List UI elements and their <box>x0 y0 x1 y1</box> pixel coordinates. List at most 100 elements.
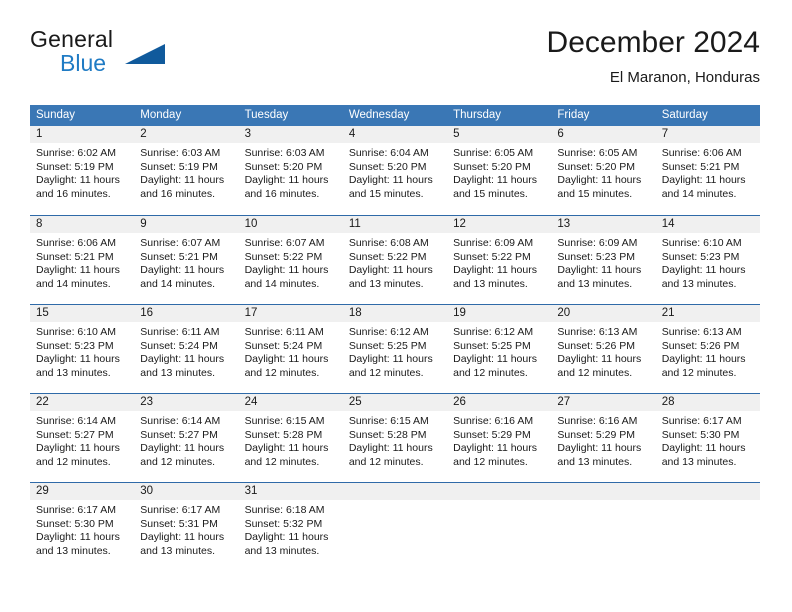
day-number: 22 <box>30 394 135 411</box>
calendar-day-cell-31[interactable]: 31 Sunrise: 6:18 AM Sunset: 5:32 PM Dayl… <box>238 483 343 571</box>
daylight-text-line1: Daylight: 11 hours <box>661 174 746 187</box>
daylight-text-line2: and 12 minutes. <box>244 366 320 379</box>
daylight-text-line1: Daylight: 11 hours <box>453 264 537 277</box>
calendar-day-cell-21[interactable]: 21 Sunrise: 6:13 AM Sunset: 5:26 PM Dayl… <box>655 305 760 393</box>
sunrise-text: Sunrise: 6:07 AM <box>244 237 325 249</box>
calendar-day-cell-17[interactable]: 17 Sunrise: 6:11 AM Sunset: 5:24 PM Dayl… <box>238 305 343 393</box>
day-details: Sunrise: 6:02 AM Sunset: 5:19 PM Dayligh… <box>30 143 134 201</box>
sunrise-text: Sunrise: 6:09 AM <box>453 237 534 249</box>
daylight-text-line1: Daylight: 11 hours <box>348 264 433 277</box>
daylight-text-line2: and 12 minutes. <box>453 366 528 379</box>
sunset-text: Sunset: 5:19 PM <box>36 160 114 173</box>
daylight-text-line2: and 12 minutes. <box>453 455 528 468</box>
day-number: 8 <box>30 216 135 233</box>
calendar-day-cell-19[interactable]: 19 Sunrise: 6:12 AM Sunset: 5:25 PM Dayl… <box>447 305 552 393</box>
sunset-text: Sunset: 5:23 PM <box>557 250 636 263</box>
calendar-day-cell-25[interactable]: 25 Sunrise: 6:15 AM Sunset: 5:28 PM Dayl… <box>342 394 448 482</box>
calendar-grid: Sunday Monday Tuesday Wednesday Thursday… <box>30 105 760 571</box>
day-number <box>447 483 552 500</box>
calendar-week-row-5: 29 Sunrise: 6:17 AM Sunset: 5:30 PM Dayl… <box>30 482 760 571</box>
calendar-day-cell-30[interactable]: 30 Sunrise: 6:17 AM Sunset: 5:31 PM Dayl… <box>134 483 239 571</box>
calendar-day-cell-11[interactable]: 11 Sunrise: 6:08 AM Sunset: 5:22 PM Dayl… <box>342 216 448 304</box>
weekday-header-sunday: Sunday <box>36 109 76 121</box>
day-details: Sunrise: 6:09 AM Sunset: 5:23 PM Dayligh… <box>551 233 655 291</box>
day-details: Sunrise: 6:11 AM Sunset: 5:24 PM Dayligh… <box>239 322 343 380</box>
calendar-day-cell-20[interactable]: 20 Sunrise: 6:13 AM Sunset: 5:26 PM Dayl… <box>551 305 656 393</box>
daylight-text-line1: Daylight: 11 hours <box>244 442 329 455</box>
day-number: 18 <box>342 305 448 322</box>
calendar-day-cell-7[interactable]: 7 Sunrise: 6:06 AM Sunset: 5:21 PM Dayli… <box>655 126 760 215</box>
sunrise-text: Sunrise: 6:18 AM <box>244 504 325 516</box>
daylight-text-line2: and 12 minutes. <box>557 366 633 379</box>
calendar-day-cell-24[interactable]: 24 Sunrise: 6:15 AM Sunset: 5:28 PM Dayl… <box>238 394 343 482</box>
day-number: 23 <box>134 394 239 411</box>
calendar-day-cell-3[interactable]: 3 Sunrise: 6:03 AM Sunset: 5:20 PM Dayli… <box>238 126 343 215</box>
daylight-text-line1: Daylight: 11 hours <box>557 353 642 366</box>
day-details: Sunrise: 6:05 AM Sunset: 5:20 PM Dayligh… <box>447 143 551 201</box>
day-number: 30 <box>134 483 239 500</box>
page-header: General Blue December 2024 El Maranon, H… <box>30 26 760 96</box>
day-details: Sunrise: 6:05 AM Sunset: 5:20 PM Dayligh… <box>551 143 655 201</box>
calendar-day-cell-28[interactable]: 28 Sunrise: 6:17 AM Sunset: 5:30 PM Dayl… <box>655 394 760 482</box>
sunset-text: Sunset: 5:26 PM <box>557 339 636 352</box>
calendar-day-cell-9[interactable]: 9 Sunrise: 6:07 AM Sunset: 5:21 PM Dayli… <box>134 216 239 304</box>
calendar-day-cell-5[interactable]: 5 Sunrise: 6:05 AM Sunset: 5:20 PM Dayli… <box>447 126 552 215</box>
calendar-day-cell-2[interactable]: 2 Sunrise: 6:03 AM Sunset: 5:19 PM Dayli… <box>134 126 239 215</box>
calendar-day-cell-26[interactable]: 26 Sunrise: 6:16 AM Sunset: 5:29 PM Dayl… <box>447 394 552 482</box>
calendar-day-cell-12[interactable]: 12 Sunrise: 6:09 AM Sunset: 5:22 PM Dayl… <box>447 216 552 304</box>
calendar-day-cell-27[interactable]: 27 Sunrise: 6:16 AM Sunset: 5:29 PM Dayl… <box>551 394 656 482</box>
daylight-text-line2: and 12 minutes. <box>661 366 737 379</box>
day-number: 24 <box>238 394 343 411</box>
calendar-day-cell-23[interactable]: 23 Sunrise: 6:14 AM Sunset: 5:27 PM Dayl… <box>134 394 239 482</box>
general-blue-logo: General Blue <box>30 26 180 84</box>
day-number <box>655 483 760 500</box>
day-number: 5 <box>447 126 552 143</box>
daylight-text-line1: Daylight: 11 hours <box>348 174 433 187</box>
sunset-text: Sunset: 5:30 PM <box>36 517 114 530</box>
sunset-text: Sunset: 5:20 PM <box>557 160 636 173</box>
daylight-text-line2: and 12 minutes. <box>36 455 111 468</box>
calendar-day-cell-8[interactable]: 8 Sunrise: 6:06 AM Sunset: 5:21 PM Dayli… <box>30 216 135 304</box>
sunrise-text: Sunrise: 6:06 AM <box>661 147 742 159</box>
sunrise-text: Sunrise: 6:13 AM <box>557 326 638 338</box>
daylight-text-line1: Daylight: 11 hours <box>36 264 120 277</box>
sunrise-text: Sunrise: 6:06 AM <box>36 237 116 249</box>
day-details: Sunrise: 6:16 AM Sunset: 5:29 PM Dayligh… <box>447 411 551 469</box>
sunset-text: Sunset: 5:20 PM <box>348 160 427 173</box>
calendar-day-cell-16[interactable]: 16 Sunrise: 6:11 AM Sunset: 5:24 PM Dayl… <box>134 305 239 393</box>
calendar-week-row-2: 8 Sunrise: 6:06 AM Sunset: 5:21 PM Dayli… <box>30 215 760 304</box>
calendar-day-cell-14[interactable]: 14 Sunrise: 6:10 AM Sunset: 5:23 PM Dayl… <box>655 216 760 304</box>
sunrise-text: Sunrise: 6:11 AM <box>244 326 324 338</box>
day-details: Sunrise: 6:12 AM Sunset: 5:25 PM Dayligh… <box>343 322 447 380</box>
calendar-day-cell-15[interactable]: 15 Sunrise: 6:10 AM Sunset: 5:23 PM Dayl… <box>30 305 135 393</box>
calendar-day-cell-6[interactable]: 6 Sunrise: 6:05 AM Sunset: 5:20 PM Dayli… <box>551 126 656 215</box>
weekday-header-saturday: Saturday <box>661 109 708 121</box>
daylight-text-line2: and 13 minutes. <box>661 277 737 290</box>
day-number: 1 <box>30 126 135 143</box>
day-number: 4 <box>342 126 448 143</box>
day-details: Sunrise: 6:15 AM Sunset: 5:28 PM Dayligh… <box>343 411 447 469</box>
calendar-day-cell-18[interactable]: 18 Sunrise: 6:12 AM Sunset: 5:25 PM Dayl… <box>342 305 448 393</box>
calendar-day-cell-4[interactable]: 4 Sunrise: 6:04 AM Sunset: 5:20 PM Dayli… <box>342 126 448 215</box>
sunrise-text: Sunrise: 6:16 AM <box>453 415 534 427</box>
calendar-day-cell-10[interactable]: 10 Sunrise: 6:07 AM Sunset: 5:22 PM Dayl… <box>238 216 343 304</box>
calendar-day-cell-29[interactable]: 29 Sunrise: 6:17 AM Sunset: 5:30 PM Dayl… <box>30 483 135 571</box>
daylight-text-line2: and 12 minutes. <box>348 455 424 468</box>
day-number: 20 <box>551 305 656 322</box>
calendar-day-cell-1[interactable]: 1 Sunrise: 6:02 AM Sunset: 5:19 PM Dayli… <box>30 126 135 215</box>
sunrise-text: Sunrise: 6:14 AM <box>140 415 221 427</box>
sunrise-text: Sunrise: 6:10 AM <box>661 237 742 249</box>
calendar-day-cell-13[interactable]: 13 Sunrise: 6:09 AM Sunset: 5:23 PM Dayl… <box>551 216 656 304</box>
daylight-text-line1: Daylight: 11 hours <box>348 442 433 455</box>
sunset-text: Sunset: 5:28 PM <box>348 428 427 441</box>
daylight-text-line1: Daylight: 11 hours <box>36 531 120 544</box>
logo-triangle-icon <box>125 44 165 64</box>
weekday-header-row: Sunday Monday Tuesday Wednesday Thursday… <box>30 105 760 126</box>
sunset-text: Sunset: 5:20 PM <box>244 160 323 173</box>
sunrise-text: Sunrise: 6:17 AM <box>36 504 116 516</box>
daylight-text-line1: Daylight: 11 hours <box>557 442 642 455</box>
calendar-weeks: 1 Sunrise: 6:02 AM Sunset: 5:19 PM Dayli… <box>30 126 760 571</box>
weekday-header-monday: Monday <box>140 109 182 121</box>
calendar-day-cell-22[interactable]: 22 Sunrise: 6:14 AM Sunset: 5:27 PM Dayl… <box>30 394 135 482</box>
daylight-text-line1: Daylight: 11 hours <box>453 353 537 366</box>
